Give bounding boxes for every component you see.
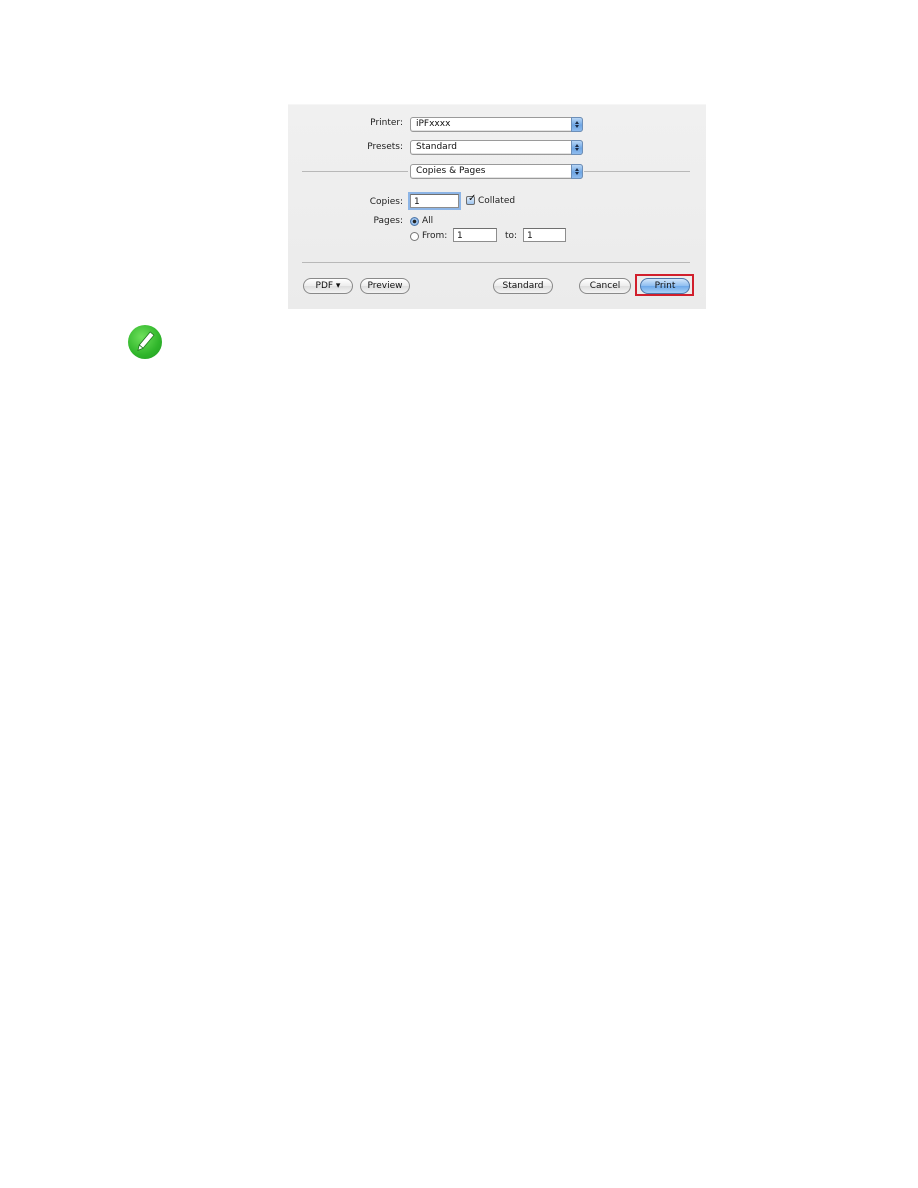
panel-selector-value: Copies & Pages bbox=[416, 166, 486, 176]
pencil-icon bbox=[137, 331, 155, 352]
collated-checkbox[interactable]: ✓ bbox=[466, 193, 477, 205]
printer-label: Printer: bbox=[370, 118, 403, 128]
pencil-note-icon bbox=[128, 325, 162, 359]
popup-arrows-icon bbox=[571, 140, 583, 155]
checkmark-icon: ✓ bbox=[468, 193, 477, 204]
cancel-button[interactable]: Cancel bbox=[579, 278, 631, 294]
popup-arrows-icon bbox=[571, 164, 583, 179]
divider-right bbox=[584, 171, 690, 172]
divider-bottom bbox=[302, 262, 690, 263]
presets-value: Standard bbox=[416, 142, 457, 152]
pages-label: Pages: bbox=[373, 216, 403, 226]
dialog-top-edge bbox=[288, 104, 706, 105]
presets-label: Presets: bbox=[367, 142, 403, 152]
copies-field[interactable]: 1 bbox=[410, 194, 459, 208]
copies-label: Copies: bbox=[369, 197, 403, 207]
popup-arrows-icon bbox=[571, 117, 583, 132]
pages-to-label: to: bbox=[505, 231, 518, 241]
preview-button[interactable]: Preview bbox=[360, 278, 410, 294]
printer-popup[interactable]: iPFxxxx bbox=[410, 117, 583, 132]
pages-from-label: From: bbox=[422, 231, 448, 241]
pages-all-label: All bbox=[422, 216, 434, 226]
printer-value: iPFxxxx bbox=[416, 119, 451, 129]
pages-all-radio[interactable] bbox=[410, 217, 419, 226]
pages-from-radio[interactable] bbox=[410, 232, 419, 241]
pages-to-field[interactable]: 1 bbox=[523, 228, 566, 242]
collated-label: Collated bbox=[478, 196, 516, 206]
pages-from-field[interactable]: 1 bbox=[453, 228, 497, 242]
pdf-button[interactable]: PDF ▾ bbox=[303, 278, 353, 294]
presets-popup[interactable]: Standard bbox=[410, 140, 583, 155]
print-button-highlight bbox=[635, 274, 694, 296]
divider-left bbox=[302, 171, 408, 172]
standard-button[interactable]: Standard bbox=[493, 278, 553, 294]
print-dialog: Printer: iPFxxxx Presets: Standard Copie… bbox=[288, 104, 706, 309]
panel-selector-popup[interactable]: Copies & Pages bbox=[410, 164, 583, 179]
